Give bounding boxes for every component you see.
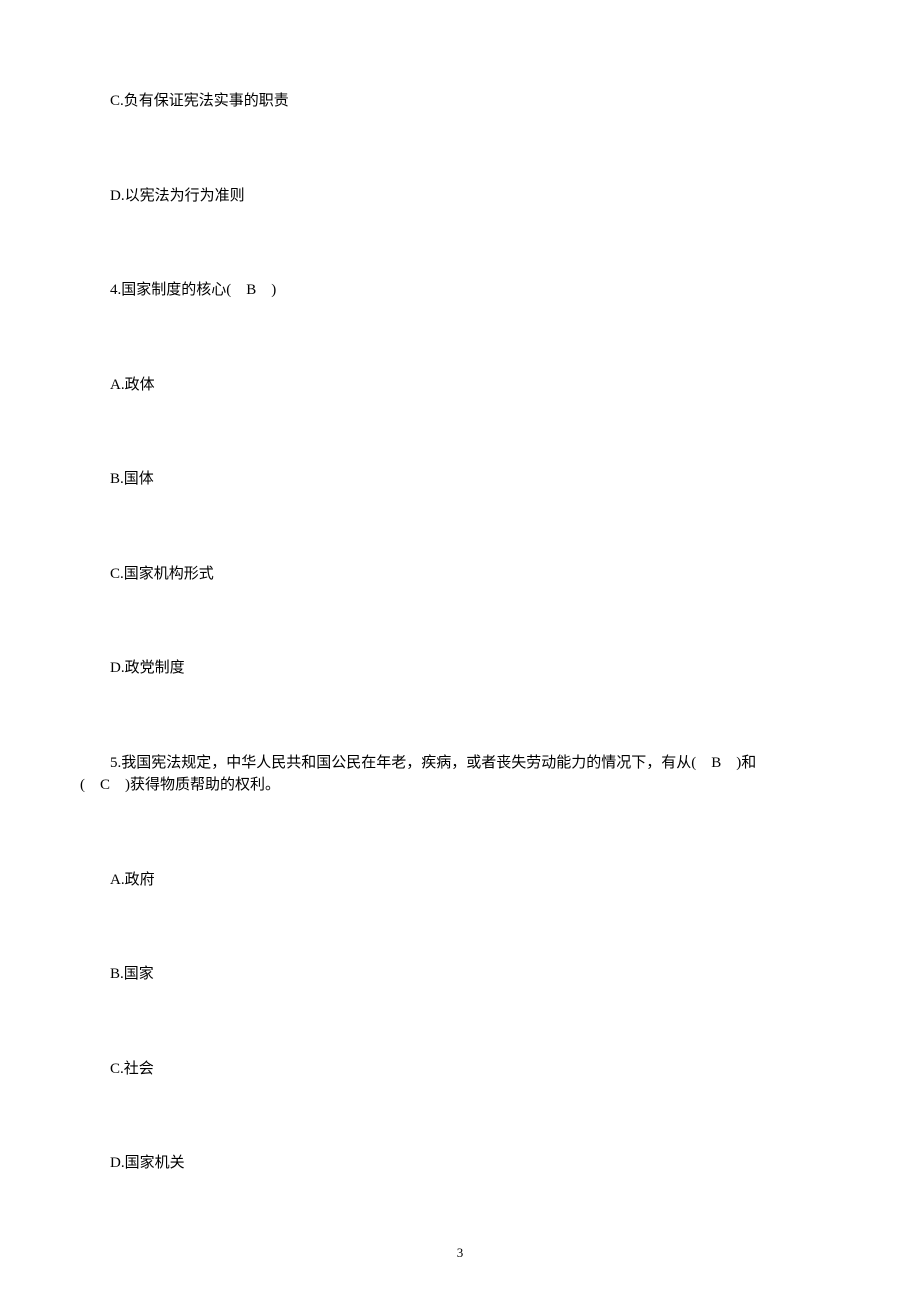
q4-option-d: D.政党制度: [80, 657, 840, 680]
q5-line1: 5.我国宪法规定，中华人民共和国公民在年老，疾病，或者丧失劳动能力的情况下，有从…: [80, 752, 840, 775]
q5-option-a: A.政府: [80, 869, 840, 892]
page-number: 3: [0, 1243, 920, 1263]
question-4: 4.国家制度的核心( B ): [80, 279, 840, 302]
option-c: C.负有保证宪法实事的职责: [80, 90, 840, 113]
question-5: 5.我国宪法规定，中华人民共和国公民在年老，疾病，或者丧失劳动能力的情况下，有从…: [80, 752, 840, 797]
q5-option-c: C.社会: [80, 1058, 840, 1081]
q4-option-c: C.国家机构形式: [80, 563, 840, 586]
option-d: D.以宪法为行为准则: [80, 185, 840, 208]
q5-line2: ( C )获得物质帮助的权利。: [80, 774, 840, 797]
q4-option-b: B.国体: [80, 468, 840, 491]
q5-option-b: B.国家: [80, 963, 840, 986]
document-page: C.负有保证宪法实事的职责 D.以宪法为行为准则 4.国家制度的核心( B ) …: [0, 0, 920, 1175]
q4-option-a: A.政体: [80, 374, 840, 397]
q5-option-d: D.国家机关: [80, 1152, 840, 1175]
